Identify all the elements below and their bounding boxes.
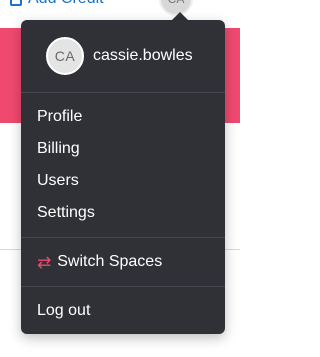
menu-item-log-out[interactable]: Log out [21, 295, 225, 327]
document-icon [10, 0, 22, 6]
switch-spaces-label: Switch Spaces [57, 253, 163, 270]
account-menu-group: Profile Billing Users Settings [21, 93, 225, 237]
user-header: CA cassie.bowles [21, 20, 225, 92]
menu-item-users[interactable]: Users [21, 165, 225, 197]
logout-menu-group: Log out [21, 287, 225, 335]
add-credit-label: Add Credit [28, 0, 104, 8]
page: Add Credit CA CA cassie.bowles Profile B… [0, 0, 240, 357]
avatar: CA [46, 37, 84, 75]
menu-item-billing[interactable]: Billing [21, 133, 225, 165]
menu-item-settings[interactable]: Settings [21, 197, 225, 229]
username: cassie.bowles [93, 47, 193, 64]
add-credit-link[interactable]: Add Credit [10, 0, 104, 8]
user-dropdown-menu: CA cassie.bowles Profile Billing Users S… [21, 20, 225, 334]
spaces-menu-group: ⇄ Switch Spaces [21, 238, 225, 286]
menu-item-profile[interactable]: Profile [21, 101, 225, 133]
menu-item-switch-spaces[interactable]: ⇄ Switch Spaces [21, 246, 225, 278]
switch-arrows-icon: ⇄ [37, 252, 52, 272]
